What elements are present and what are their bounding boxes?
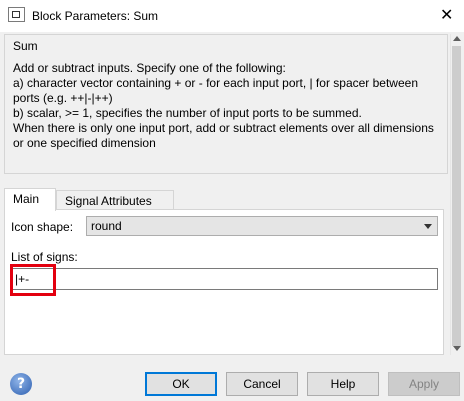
description-text: Add or subtract inputs. Specify one of t… xyxy=(13,61,434,150)
help-icon[interactable]: ? xyxy=(10,373,32,395)
description-legend: Sum xyxy=(13,39,38,53)
scroll-thumb[interactable] xyxy=(452,46,461,346)
title-bar: Block Parameters: Sum ✕ xyxy=(0,0,464,32)
cancel-button[interactable]: Cancel xyxy=(226,372,298,396)
vertical-scrollbar[interactable] xyxy=(450,34,462,355)
tab-strip: Main Signal Attributes xyxy=(4,188,444,211)
ok-button[interactable]: OK xyxy=(145,372,217,396)
dropdown-arrow-icon xyxy=(424,224,432,229)
tab-main[interactable]: Main xyxy=(4,188,56,211)
dialog-body: Sum Add or subtract inputs. Specify one … xyxy=(0,32,464,401)
icon-shape-select[interactable]: round xyxy=(86,216,438,236)
description-group: Sum Add or subtract inputs. Specify one … xyxy=(4,34,448,174)
simulink-block-icon xyxy=(8,7,25,22)
list-of-signs-input[interactable] xyxy=(10,268,438,290)
icon-shape-label: Icon shape: xyxy=(11,220,74,234)
close-icon[interactable]: ✕ xyxy=(440,5,453,24)
scroll-down-icon[interactable] xyxy=(453,346,461,351)
help-button[interactable]: Help xyxy=(307,372,379,396)
apply-button[interactable]: Apply xyxy=(388,372,460,396)
window-title: Block Parameters: Sum xyxy=(32,9,159,23)
main-tab-panel: Icon shape: round List of signs: xyxy=(4,209,444,355)
icon-shape-value: round xyxy=(91,219,122,233)
list-of-signs-label: List of signs: xyxy=(11,250,78,264)
tab-signal-attributes[interactable]: Signal Attributes xyxy=(56,190,174,210)
scroll-up-icon[interactable] xyxy=(453,36,461,41)
